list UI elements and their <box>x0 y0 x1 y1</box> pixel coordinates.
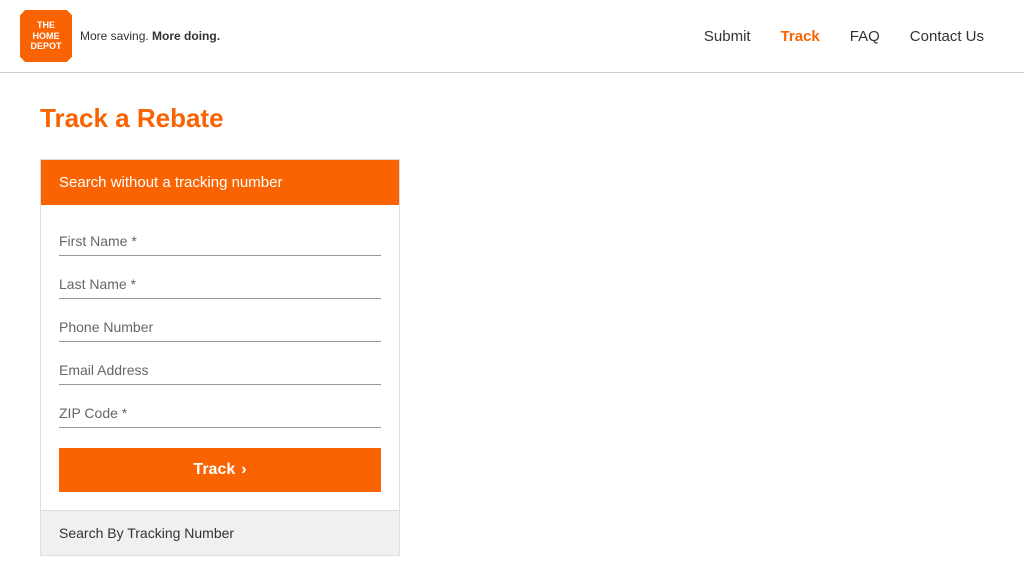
form-body: Track › <box>41 205 399 510</box>
nav-item-track[interactable]: Track <box>781 28 820 45</box>
first-name-field[interactable] <box>59 227 381 256</box>
logo-area: THE HOME DEPOT More saving. More doing. <box>20 10 220 62</box>
chevron-right-icon: › <box>241 461 246 479</box>
page-title: Track a Rebate <box>40 103 984 134</box>
page-wrapper: THE HOME DEPOT More saving. More doing. … <box>0 0 1024 586</box>
tagline: More saving. More doing. <box>80 29 220 43</box>
phone-number-input[interactable] <box>59 313 381 342</box>
search-form-card: Search without a tracking number <box>40 159 400 556</box>
zip-code-field[interactable] <box>59 399 381 428</box>
track-button[interactable]: Track › <box>59 448 381 492</box>
nav-item-contact[interactable]: Contact Us <box>910 28 984 45</box>
track-button-label: Track <box>193 461 235 479</box>
form-section-header: Search without a tracking number <box>41 160 399 205</box>
email-input[interactable] <box>59 356 381 385</box>
first-name-input[interactable] <box>59 227 381 256</box>
main-nav: Submit Track FAQ Contact Us <box>704 28 984 45</box>
last-name-input[interactable] <box>59 270 381 299</box>
nav-item-faq[interactable]: FAQ <box>850 28 880 45</box>
phone-number-field[interactable] <box>59 313 381 342</box>
zip-code-input[interactable] <box>59 399 381 428</box>
header: THE HOME DEPOT More saving. More doing. … <box>0 0 1024 73</box>
email-address-field[interactable] <box>59 356 381 385</box>
last-name-field[interactable] <box>59 270 381 299</box>
search-by-tracking-number-link[interactable]: Search By Tracking Number <box>41 510 399 555</box>
home-depot-logo: THE HOME DEPOT <box>20 10 72 62</box>
nav-item-submit[interactable]: Submit <box>704 28 751 45</box>
main-content: Track a Rebate Search without a tracking… <box>0 73 1024 586</box>
